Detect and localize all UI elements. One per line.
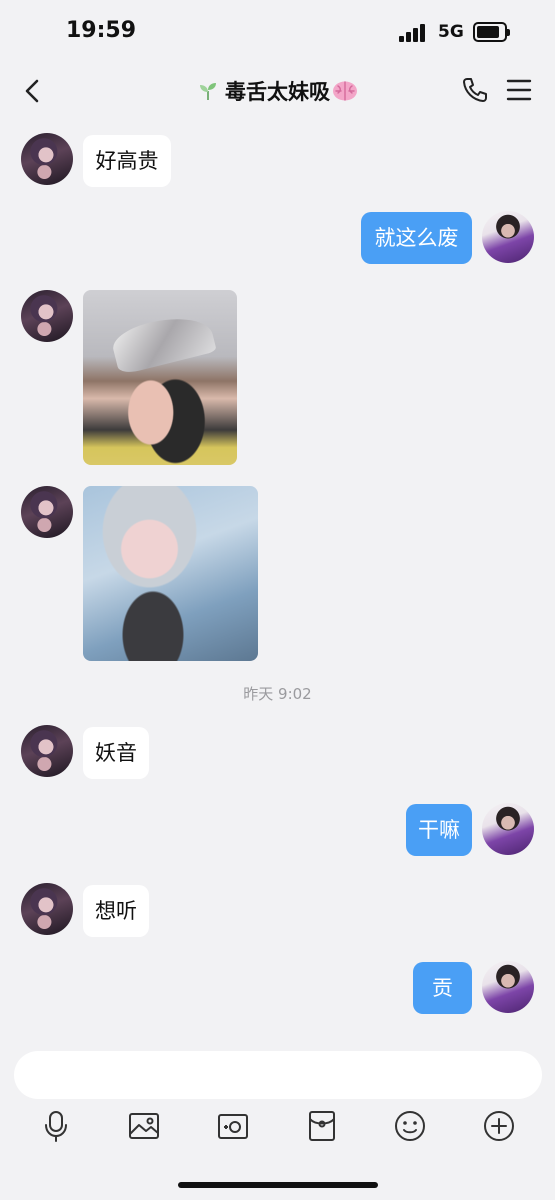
plus-icon — [484, 1111, 514, 1141]
photo-shoe-detail — [109, 308, 217, 376]
outgoing-message-bubble[interactable]: 贡 — [413, 962, 472, 1014]
brain-icon — [333, 81, 357, 101]
emoji-icon — [395, 1111, 425, 1141]
status-bar: 19:59 5G — [0, 0, 555, 66]
input-panel — [0, 1041, 555, 1200]
my-avatar[interactable] — [482, 211, 534, 263]
incoming-message-bubble[interactable]: 妖音 — [83, 727, 149, 779]
network-label: 5G — [438, 22, 464, 42]
contact-avatar[interactable] — [21, 290, 73, 342]
emoji-button[interactable] — [393, 1109, 427, 1143]
my-avatar[interactable] — [482, 961, 534, 1013]
image-icon — [129, 1113, 159, 1139]
status-time: 19:59 — [66, 18, 137, 43]
message-timestamp: 昨天 9:02 — [243, 685, 312, 703]
incoming-image-message[interactable] — [83, 290, 237, 465]
chat-title-text: 毒舌太妹吸 — [225, 80, 330, 104]
message-input[interactable] — [14, 1051, 542, 1099]
voice-button[interactable] — [39, 1109, 73, 1143]
chat-header: 毒舌太妹吸 — [0, 66, 555, 118]
red-packet-icon — [309, 1111, 335, 1141]
image-button[interactable] — [127, 1109, 161, 1143]
signal-icon — [399, 24, 427, 42]
outgoing-message-bubble[interactable]: 干嘛 — [406, 804, 472, 856]
incoming-message-bubble[interactable]: 想听 — [83, 885, 149, 937]
contact-avatar[interactable] — [21, 486, 73, 538]
battery-icon — [473, 22, 510, 42]
microphone-icon — [45, 1111, 67, 1142]
contact-avatar[interactable] — [21, 133, 73, 185]
incoming-message-bubble[interactable]: 好高贵 — [83, 135, 171, 187]
contact-avatar[interactable] — [21, 883, 73, 935]
voice-call-button[interactable] — [461, 76, 489, 104]
outgoing-message-bubble[interactable]: 就这么废 — [361, 212, 472, 264]
camera-icon — [218, 1114, 248, 1139]
incoming-image-message[interactable] — [83, 486, 258, 661]
more-button[interactable] — [482, 1109, 516, 1143]
my-avatar[interactable] — [482, 803, 534, 855]
red-packet-button[interactable] — [305, 1109, 339, 1143]
chat-menu-button[interactable] — [506, 78, 532, 102]
home-indicator[interactable] — [178, 1182, 378, 1188]
phone-icon — [463, 78, 487, 102]
contact-avatar[interactable] — [21, 725, 73, 777]
sprout-icon — [200, 83, 216, 100]
menu-icon — [506, 79, 532, 101]
camera-button[interactable] — [216, 1109, 250, 1143]
